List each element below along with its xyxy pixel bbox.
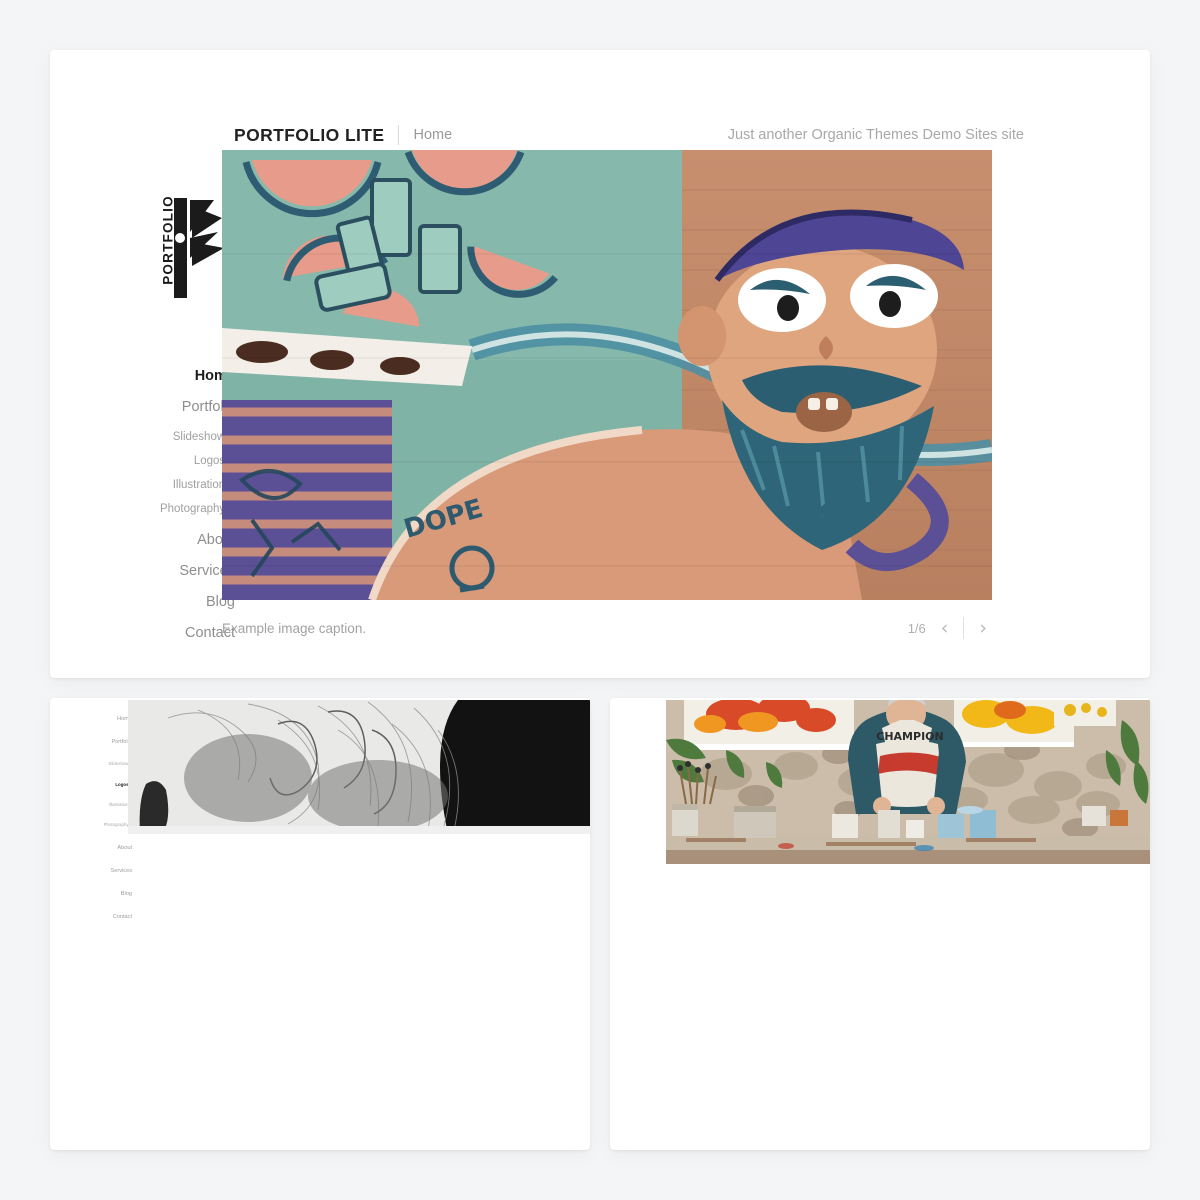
header-divider <box>398 125 400 145</box>
about-post-card: Home Portfolio Slideshow- Logos- Illustr… <box>610 698 1150 1150</box>
slideshow-image[interactable]: DOPE <box>222 150 992 600</box>
site-tagline: Just another Organic Themes Demo Sites s… <box>727 127 1024 143</box>
mini-nav-illustration[interactable]: Illustration- <box>86 792 132 812</box>
svg-text:CHAMPION: CHAMPION <box>876 730 943 743</box>
next-slide-icon[interactable]: › <box>974 618 992 638</box>
nav-item-services[interactable]: Services <box>90 555 235 586</box>
pencil-sketch-illustration <box>128 700 590 834</box>
nav-subitem-logos[interactable]: Logos- <box>90 448 235 472</box>
slideshow-caption-bar: Example image caption. 1/6 ‹ › <box>222 608 992 648</box>
mini-nav-blog[interactable]: Blog <box>86 880 132 903</box>
post-hero-image[interactable]: CHAMPION <box>666 700 1150 864</box>
mini-nav-logos[interactable]: Logos- <box>86 772 132 792</box>
mini-nav-about[interactable]: About <box>86 833 132 856</box>
graffiti-mural-illustration: DOPE <box>222 150 992 600</box>
nav-item-contact[interactable]: Contact <box>90 617 235 648</box>
prev-slide-icon[interactable]: ‹ <box>936 618 954 638</box>
nav-item-home[interactable]: Home <box>90 360 244 391</box>
mini-submenu: Slideshow- Logos- Illustration- Photogra… <box>86 751 136 832</box>
nav-subitem-photography[interactable]: Photography- <box>90 496 235 520</box>
nav-item-portfolio[interactable]: Portfolio <box>90 391 235 422</box>
category-hero-image[interactable] <box>128 700 590 834</box>
slide-counter: 1/6 <box>907 620 926 636</box>
mini-nav-services[interactable]: Services <box>86 856 132 879</box>
mini-navigation-left[interactable]: Home Portfolio Slideshow- Logos- Illustr… <box>86 704 136 926</box>
nav-sub-label: Slideshow <box>172 431 226 443</box>
artist-workbench-photo: CHAMPION <box>666 700 1150 864</box>
nav-sub-label: Illustration <box>172 479 226 491</box>
mini-nav-photography[interactable]: Photography- <box>86 812 132 832</box>
nav-sub-label: Logos <box>193 455 226 467</box>
nav-item-about[interactable]: About <box>90 524 235 555</box>
site-title[interactable]: PORTFOLIO LITE <box>234 125 384 146</box>
slide-caption: Example image caption. <box>222 620 367 636</box>
logos-category-card: Home Portfolio Slideshow- Logos- Illustr… <box>50 698 590 1150</box>
breadcrumb[interactable]: Home <box>413 127 452 143</box>
main-navigation[interactable]: Home Portfolio Slideshow- Logos- Illustr… <box>90 360 244 648</box>
nav-sub-label: Photography <box>159 503 226 515</box>
mini-nav-slideshow[interactable]: Slideshow- <box>86 751 132 771</box>
nav-item-blog[interactable]: Blog <box>90 586 235 617</box>
portfolio-submenu: Slideshow- Logos- Illustration- Photogra… <box>90 424 244 520</box>
mini-nav-portfolio[interactable]: Portfolio <box>86 727 132 750</box>
mini-nav-contact[interactable]: Contact <box>86 903 132 926</box>
slideshow-controls: 1/6 ‹ › <box>908 617 992 639</box>
controls-divider <box>963 617 965 639</box>
site-header: PORTFOLIO LITE Home Just another Organic… <box>234 120 1024 150</box>
mini-nav-home[interactable]: Home <box>86 704 132 727</box>
nav-subitem-slideshow[interactable]: Slideshow- <box>90 424 235 448</box>
main-page-card: PORTFOLIO LITE Home Just another Organic… <box>50 50 1150 678</box>
nav-subitem-illustration[interactable]: Illustration- <box>90 472 235 496</box>
